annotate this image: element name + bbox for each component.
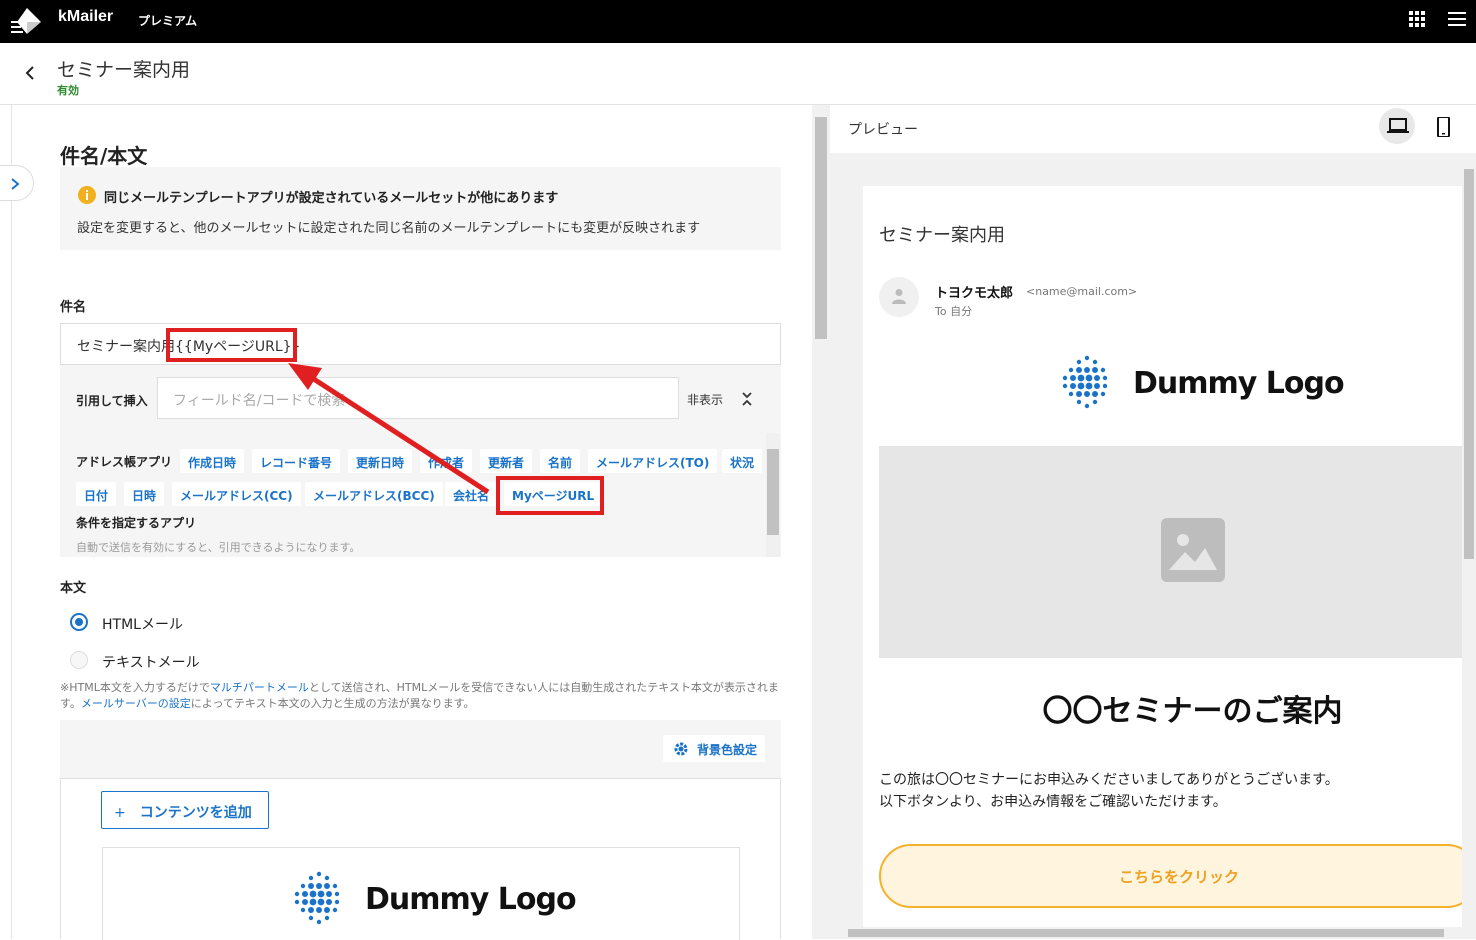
preview-horizontal-scrollbar[interactable] <box>830 927 1462 939</box>
highlight-box-chip <box>496 476 604 515</box>
body-label: 本文 <box>60 581 87 596</box>
annotation-arrow-icon <box>288 363 490 495</box>
collapse-icon[interactable] <box>740 390 754 408</box>
field-chip[interactable]: 状況 <box>722 449 763 473</box>
warning-notice: 同じメールテンプレートアプリが設定されているメールセットが他にあります 設定を変… <box>60 167 781 250</box>
add-content-button[interactable]: + コンテンツを追加 <box>101 791 269 829</box>
scrollbar-thumb[interactable] <box>848 929 1444 937</box>
scrollbar-thumb[interactable] <box>1464 169 1474 559</box>
cta-button[interactable]: こちらをクリック <box>879 844 1476 908</box>
laptop-icon <box>1387 118 1409 133</box>
preview-body: セミナー案内用 トヨクモ太郎 <name@mail.com> To 自分 Dum… <box>830 153 1476 939</box>
dummy-logo-icon <box>294 871 340 925</box>
scrollbar-thumb[interactable] <box>815 117 827 339</box>
app-name: kMailer <box>58 8 114 25</box>
note-text: ※HTML本文を入力するだけで <box>60 681 210 694</box>
kmailer-logo-icon <box>11 8 41 34</box>
insert-label: 引用して挿入 <box>76 394 148 408</box>
subject-label: 件名 <box>60 300 87 315</box>
sender-email: <name@mail.com> <box>1026 285 1138 298</box>
image-icon <box>1161 518 1225 582</box>
logo-text: Dummy Logo <box>1133 366 1345 401</box>
add-content-label: コンテンツを追加 <box>139 805 252 821</box>
chevron-right-icon <box>11 178 20 190</box>
background-color-label: 背景色設定 <box>697 743 758 757</box>
desktop-view-button[interactable] <box>1379 108 1415 144</box>
body-note: ※HTML本文を入力するだけでマルチパートメールとして送信され、HTMLメールを… <box>60 680 785 712</box>
plus-icon: + <box>114 805 126 821</box>
gear-icon <box>674 742 688 756</box>
mail-headline: 〇〇セミナーのご案内 <box>1042 694 1343 729</box>
hero-image-placeholder <box>879 446 1463 658</box>
mail-body-line: この旅は〇〇セミナーにお申込みくださいましてありがとうございます。 <box>879 772 1339 788</box>
logo-block[interactable]: Dummy Logo <box>102 847 740 940</box>
avatar <box>879 277 919 317</box>
editor-scrollbar[interactable] <box>812 105 830 939</box>
info-icon <box>78 186 96 204</box>
mail-body-text: この旅は〇〇セミナーにお申込みくださいましてありがとうございます。 以下ボタンよ… <box>879 769 1339 813</box>
plan-label: プレミアム <box>138 14 198 28</box>
left-border <box>11 105 12 939</box>
page-title: セミナー案内用 <box>57 59 191 81</box>
dummy-logo-icon <box>1062 355 1108 409</box>
section-title: 件名/本文 <box>60 144 148 168</box>
mail-subject: セミナー案内用 <box>879 225 1005 246</box>
field-chip[interactable]: メールアドレス(TO) <box>588 449 718 473</box>
field-chip[interactable]: 日時 <box>124 482 165 506</box>
expand-sidebar-button[interactable] <box>0 165 34 201</box>
field-chip[interactable]: 名前 <box>540 449 581 473</box>
background-color-button[interactable]: 背景色設定 <box>663 735 765 762</box>
html-mail-label: HTMLメール <box>102 617 183 633</box>
top-bar: kMailer プレミアム <box>0 0 1476 43</box>
preview-scrollbar[interactable] <box>1462 153 1476 939</box>
text-mail-radio[interactable] <box>70 651 88 669</box>
notice-description: 設定を変更すると、他のメールセットに設定された同じ名前のメールテンプレートにも変… <box>77 221 701 236</box>
highlight-box-subject <box>166 328 297 362</box>
user-icon <box>892 289 906 304</box>
html-mail-radio[interactable] <box>70 613 88 631</box>
field-chip[interactable]: 日付 <box>76 482 117 506</box>
text-mail-label: テキストメール <box>102 655 200 671</box>
back-arrow-icon[interactable] <box>22 65 38 81</box>
field-chip[interactable]: 作成日時 <box>180 449 245 473</box>
editor-canvas: + コンテンツを追加 Dummy Logo <box>60 778 781 940</box>
address-book-group-label: アドレス帳アプリ <box>76 455 173 469</box>
mail-preview: セミナー案内用 トヨクモ太郎 <name@mail.com> To 自分 Dum… <box>863 186 1476 939</box>
mail-body-line: 以下ボタンより、お申込み情報をご確認いただけます。 <box>879 794 1227 810</box>
conditional-hint: 自動で送信を有効にすると、引用できるようになります。 <box>76 541 361 554</box>
scrollbar-thumb[interactable] <box>767 449 779 535</box>
hide-toggle[interactable]: 非表示 <box>687 391 723 408</box>
html-editor: 背景色設定 + コンテンツを追加 Dummy Logo <box>60 720 781 940</box>
preview-header: プレビュー <box>830 105 1476 153</box>
mail-server-settings-link[interactable]: メールサーバーの設定 <box>81 697 191 710</box>
multipart-mail-link[interactable]: マルチパートメール <box>210 681 309 694</box>
preview-title: プレビュー <box>848 122 918 138</box>
chip-panel-scrollbar[interactable] <box>766 433 780 557</box>
status-badge: 有効 <box>57 84 79 97</box>
notice-title: 同じメールテンプレートアプリが設定されているメールセットが他にあります <box>104 191 559 206</box>
mobile-view-button[interactable] <box>1425 108 1461 144</box>
sender-name: トヨクモ太郎 <box>935 286 1014 301</box>
smartphone-icon <box>1437 117 1450 137</box>
app-grid-icon[interactable] <box>1409 11 1425 27</box>
conditional-group-label: 条件を指定するアプリ <box>76 516 197 530</box>
page-header: セミナー案内用 有効 <box>0 43 1476 105</box>
hamburger-menu-icon[interactable] <box>1448 12 1466 26</box>
recipient: To 自分 <box>935 305 973 318</box>
note-text: によってテキスト本文の入力と生成の方法が異なります。 <box>190 697 475 710</box>
logo-text: Dummy Logo <box>365 882 577 917</box>
